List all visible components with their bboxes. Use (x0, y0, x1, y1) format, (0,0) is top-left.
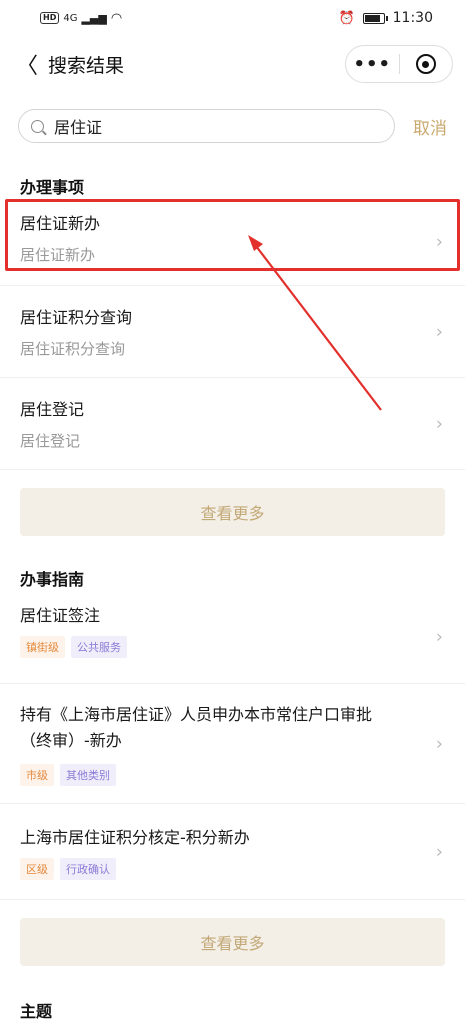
clock: 11:30 (392, 10, 433, 26)
item-subtitle: 居住证积分查询 (20, 340, 126, 358)
battery-icon (362, 12, 388, 24)
search-icon (31, 119, 44, 133)
mini-program-capsule: ••• (345, 45, 453, 83)
chevron-right-icon: › (435, 733, 443, 754)
level-tag: 市级 (20, 764, 54, 786)
search-input[interactable] (54, 116, 334, 136)
section-title-matters: 办理事项 (20, 178, 85, 197)
wifi-icon: ◠ (110, 10, 123, 26)
hd-badge: HD (40, 12, 60, 24)
list-item[interactable]: 居住证新办 居住证新办 › (0, 198, 465, 286)
level-tag: 镇街级 (20, 636, 65, 658)
section-title-topics: 主题 (20, 1002, 53, 1021)
item-title: 居住证签注 (20, 606, 101, 625)
item-title: 居住登记 (20, 400, 85, 419)
page-title: 搜索结果 (48, 54, 125, 77)
item-title: 持有《上海市居住证》人员申办本市常住户口审批（终审）-新办 (20, 705, 373, 750)
tag-row: 区级 行政确认 (20, 858, 445, 880)
search-row: 取消 (0, 108, 465, 144)
close-mini-program-button[interactable] (400, 54, 453, 74)
target-icon (415, 54, 436, 74)
chevron-right-icon: › (435, 841, 443, 862)
tag-row: 市级 其他类别 (20, 764, 445, 786)
item-title: 居住证新办 (20, 214, 101, 233)
category-tag: 公共服务 (71, 636, 127, 658)
nav-bar: 〈 搜索结果 ••• (0, 36, 465, 92)
list-item[interactable]: 居住证签注 镇街级 公共服务 › (0, 590, 465, 684)
chevron-left-icon[interactable]: 〈 (16, 48, 42, 80)
chevron-right-icon: › (435, 413, 443, 434)
category-tag: 行政确认 (60, 858, 116, 880)
list-item[interactable]: 居住证积分查询 居住证积分查询 › (0, 286, 465, 378)
item-subtitle: 居住登记 (20, 432, 81, 450)
view-more-button[interactable]: 查看更多 (20, 918, 445, 966)
chevron-right-icon: › (435, 231, 443, 252)
list-item[interactable]: 居住登记 居住登记 › (0, 378, 465, 470)
alarm-icon: ⏰ (338, 10, 355, 26)
status-right: ⏰ 11:30 (338, 10, 433, 26)
list-item[interactable]: 上海市居住证积分核定-积分新办 区级 行政确认 › (0, 804, 465, 900)
tag-row: 镇街级 公共服务 (20, 636, 445, 658)
item-title: 居住证积分查询 (20, 308, 133, 327)
chevron-right-icon: › (435, 626, 443, 647)
cancel-button[interactable]: 取消 (413, 114, 447, 139)
item-subtitle: 居住证新办 (20, 246, 96, 264)
signal-icon: ▂▄▆ (81, 11, 107, 25)
network-label: 4G (63, 12, 78, 24)
section-title-guides: 办事指南 (20, 570, 85, 589)
search-box[interactable] (18, 109, 395, 143)
category-tag: 其他类别 (60, 764, 116, 786)
more-button[interactable]: ••• (346, 54, 399, 75)
level-tag: 区级 (20, 858, 54, 880)
item-title: 上海市居住证积分核定-积分新办 (20, 828, 250, 847)
view-more-button[interactable]: 查看更多 (20, 488, 445, 536)
status-bar: HD 4G ▂▄▆ ◠ ⏰ 11:30 (0, 0, 465, 36)
status-left: HD 4G ▂▄▆ ◠ (40, 11, 122, 26)
list-item[interactable]: 持有《上海市居住证》人员申办本市常住户口审批（终审）-新办 市级 其他类别 › (0, 684, 465, 804)
chevron-right-icon: › (435, 321, 443, 342)
